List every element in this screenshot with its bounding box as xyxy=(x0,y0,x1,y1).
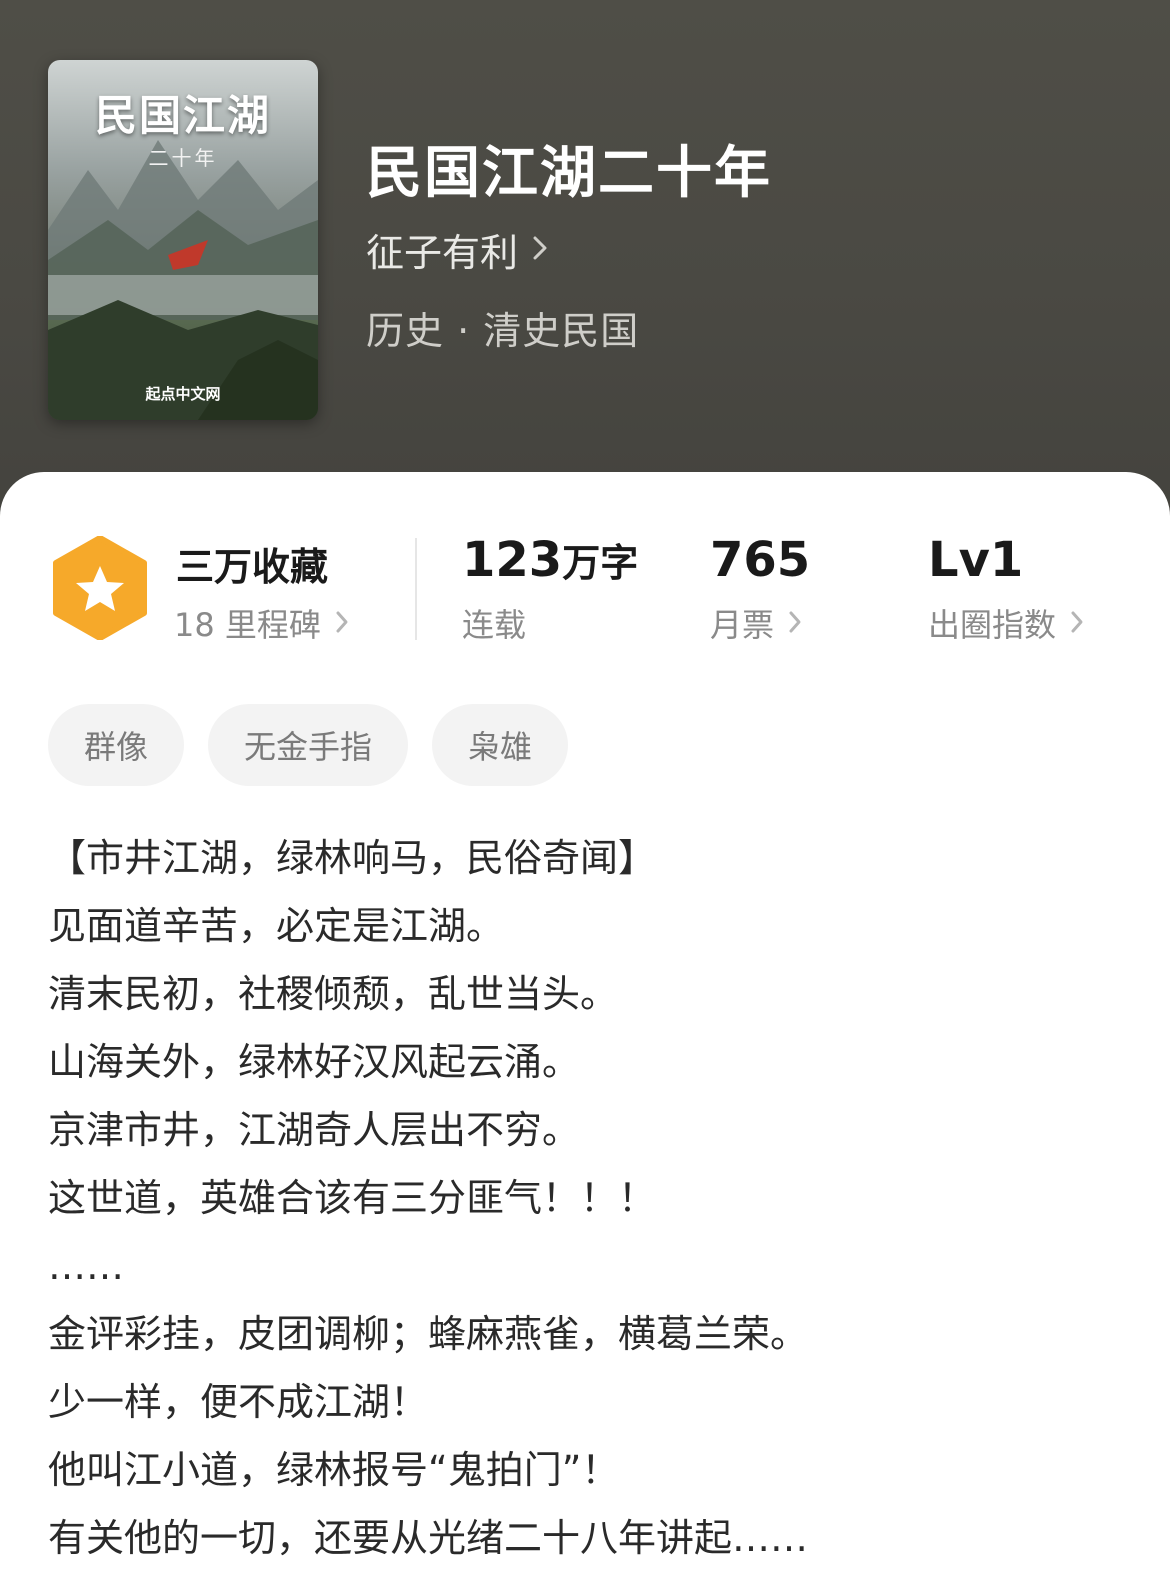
book-header: 民国江湖 二十年 起点中文网 民国江湖二十年 征子有利 历史 · 清史民国 xyxy=(0,0,1170,520)
milestone-link[interactable]: 18 里程碑 xyxy=(174,600,349,646)
monthly-ticket-count[interactable]: 765 xyxy=(710,532,810,588)
synopsis-line: 他叫江小道，绿林报号“鬼拍门”！ xyxy=(48,1448,620,1492)
synopsis-line: 有关他的一切，还要从光绪二十八年讲起…… xyxy=(48,1516,809,1560)
cover-subtitle: 二十年 xyxy=(148,146,218,170)
word-count-value: 123 xyxy=(462,532,563,588)
synopsis-line: 金评彩挂，皮团调柳；蜂麻燕雀，横葛兰荣。 xyxy=(48,1312,809,1356)
word-count: 123万字 xyxy=(462,532,638,588)
serial-status: 连载 xyxy=(462,606,527,644)
chevron-right-icon xyxy=(788,604,802,642)
tag-list: 群像 无金手指 枭雄 xyxy=(48,704,569,786)
milestone-label: 18 里程碑 xyxy=(174,606,321,644)
popularity-link[interactable]: 出圈指数 xyxy=(928,600,1084,646)
chevron-right-icon xyxy=(532,235,548,265)
synopsis-line: 见面道辛苦，必定是江湖。 xyxy=(48,904,505,948)
tag-antihero[interactable]: 枭雄 xyxy=(432,704,569,786)
synopsis-line: 山海关外，绿林好汉风起云涌。 xyxy=(48,1040,581,1084)
synopsis-line: 【市井江湖，绿林响马，民俗奇闻】 xyxy=(48,836,657,880)
star-badge-icon xyxy=(52,535,148,641)
author-name: 征子有利 xyxy=(366,231,519,275)
tag-no-cheat[interactable]: 无金手指 xyxy=(208,704,409,786)
monthly-ticket-link[interactable]: 月票 xyxy=(710,600,802,646)
word-count-unit: 万字 xyxy=(562,541,639,585)
synopsis-line: 少一样，便不成江湖！ xyxy=(48,1380,429,1424)
chevron-right-icon xyxy=(1070,604,1084,642)
cover-publisher: 起点中文网 xyxy=(145,385,221,403)
cover-title: 民国江湖 xyxy=(94,91,271,140)
book-detail-sheet: 三万收藏 18 里程碑 123万字 连载 765 月票 Lv1 出圈指数 群像 … xyxy=(0,472,1170,1590)
book-title: 民国江湖二十年 xyxy=(366,141,772,206)
popularity-level[interactable]: Lv1 xyxy=(928,532,1023,588)
author-link[interactable]: 征子有利 xyxy=(366,222,548,277)
synopsis-line: 清末民初，社稷倾颓，乱世当头。 xyxy=(48,972,619,1016)
synopsis-line: 京津市井，江湖奇人层出不穷。 xyxy=(48,1108,581,1152)
book-synopsis: 【市井江湖，绿林响马，民俗奇闻】 见面道辛苦，必定是江湖。 清末民初，社稷倾颓，… xyxy=(48,824,1138,1572)
book-cover[interactable]: 民国江湖 二十年 起点中文网 xyxy=(48,60,318,420)
popularity-label: 出圈指数 xyxy=(928,606,1057,644)
favorites-count[interactable]: 三万收藏 xyxy=(176,536,328,591)
synopsis-line: 这世道，英雄合该有三分匪气！！！ xyxy=(48,1176,657,1220)
book-category[interactable]: 历史 · 清史民国 xyxy=(366,300,639,355)
synopsis-line: …… xyxy=(48,1244,124,1288)
stats-divider xyxy=(415,538,417,640)
tag-ensemble[interactable]: 群像 xyxy=(48,704,185,786)
monthly-ticket-label: 月票 xyxy=(710,606,775,644)
chevron-right-icon xyxy=(335,604,349,642)
